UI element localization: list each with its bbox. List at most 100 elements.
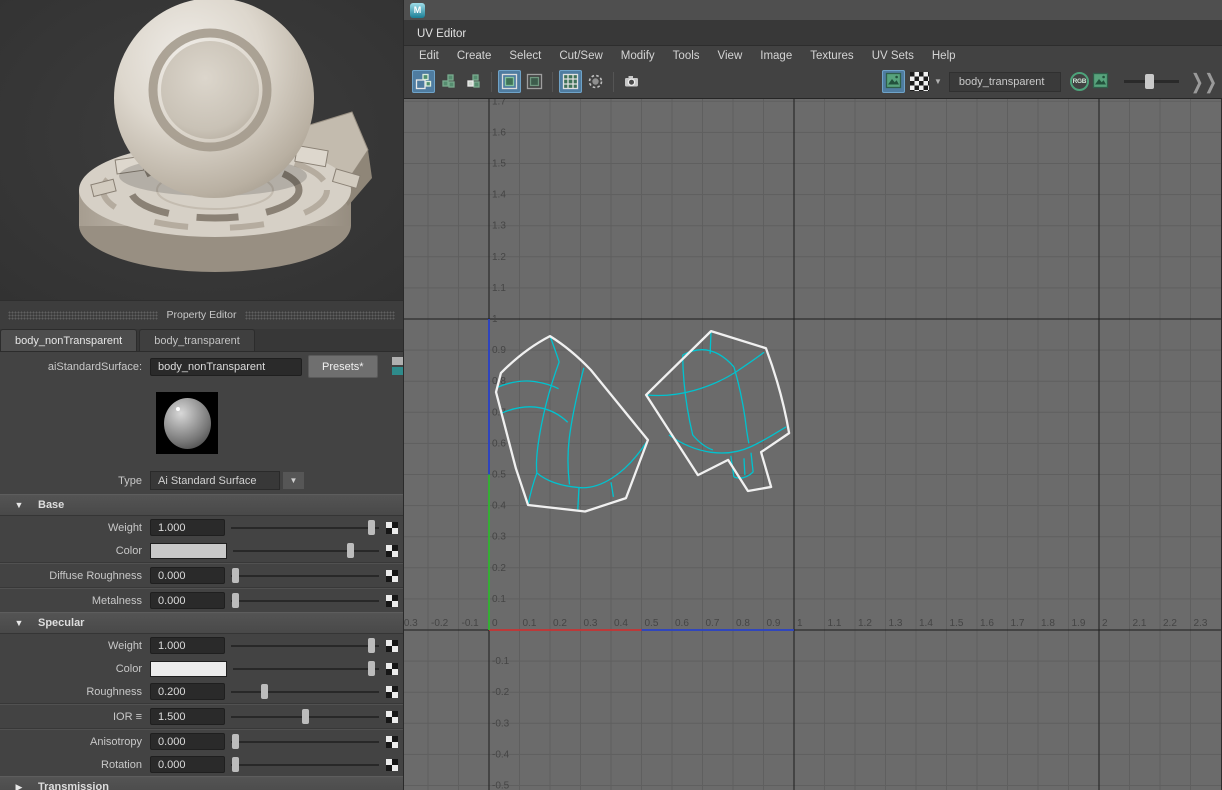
- menu-item-uv-sets[interactable]: UV Sets: [863, 50, 923, 62]
- toolbar-separator: [552, 72, 553, 92]
- menu-item-cut-sew[interactable]: Cut/Sew: [550, 50, 611, 62]
- menu-item-tools[interactable]: Tools: [664, 50, 709, 62]
- slider-handle[interactable]: [368, 520, 375, 535]
- exposure-slider[interactable]: [1124, 74, 1179, 89]
- map-checker-button[interactable]: [386, 545, 398, 557]
- uv-shell-left[interactable]: [496, 336, 648, 511]
- image-frame-icon[interactable]: [523, 70, 546, 93]
- material-tab-body-transparent[interactable]: body_transparent: [139, 329, 255, 351]
- dim-image-circle-icon[interactable]: [584, 70, 607, 93]
- attr-row-specular-anisotropy: Anisotropy0.000: [0, 730, 403, 753]
- slider-handle[interactable]: [232, 593, 239, 608]
- attr-slider[interactable]: [231, 709, 379, 724]
- map-checker-button[interactable]: [386, 736, 398, 748]
- section-header-transmission[interactable]: ▶Transmission: [0, 776, 403, 790]
- map-checker-button[interactable]: [386, 570, 398, 582]
- v-axis-tick-label: 1.6: [492, 127, 506, 138]
- slider-handle[interactable]: [232, 734, 239, 749]
- window-titlebar[interactable]: M: [404, 0, 1222, 20]
- color-swatch[interactable]: [150, 661, 227, 677]
- dock-swatch-icon[interactable]: [392, 357, 403, 376]
- image-filter-icon[interactable]: [1089, 70, 1112, 93]
- map-checker-button[interactable]: [386, 663, 398, 675]
- attr-slider[interactable]: [233, 661, 379, 676]
- map-checker-button[interactable]: [386, 522, 398, 534]
- u-axis-tick-label: 0: [492, 618, 498, 629]
- uv-canvas-workspace[interactable]: -0.3-0.2-0.100.10.20.30.40.50.60.70.80.9…: [404, 99, 1222, 790]
- v-axis-tick-label: 0.3: [492, 532, 506, 543]
- slider-handle[interactable]: [368, 661, 375, 676]
- slider-handle[interactable]: [347, 543, 354, 558]
- type-dropdown[interactable]: Ai Standard Surface: [150, 471, 280, 490]
- texture-name-field[interactable]: body_transparent: [949, 72, 1061, 92]
- slider-handle[interactable]: [302, 709, 309, 724]
- property-editor-header[interactable]: Property Editor: [0, 301, 403, 329]
- menu-item-view[interactable]: View: [709, 50, 752, 62]
- value-input[interactable]: 0.000: [150, 567, 225, 584]
- type-dropdown-arrow-icon[interactable]: ▼: [282, 471, 305, 490]
- uv-tiles-layout-icon[interactable]: [412, 70, 435, 93]
- u-axis-tick-label: 0.6: [675, 618, 689, 629]
- map-checker-button[interactable]: [386, 595, 398, 607]
- rendered-object-image: [0, 0, 403, 300]
- value-input[interactable]: 0.000: [150, 592, 225, 609]
- menu-item-textures[interactable]: Textures: [801, 50, 862, 62]
- map-checker-button[interactable]: [386, 759, 398, 771]
- image-in-view-icon[interactable]: [498, 70, 521, 93]
- presets-button[interactable]: Presets*: [308, 355, 378, 378]
- menu-item-create[interactable]: Create: [448, 50, 501, 62]
- u-axis-tick-label: 1: [797, 618, 803, 629]
- menu-item-select[interactable]: Select: [500, 50, 550, 62]
- attr-slider[interactable]: [231, 593, 379, 608]
- menu-item-image[interactable]: Image: [751, 50, 801, 62]
- dropdown-arrow-icon[interactable]: ▼: [934, 77, 942, 86]
- attr-slider[interactable]: [231, 520, 379, 535]
- attr-row-base-color: Color: [0, 539, 403, 562]
- slider-track: [231, 764, 379, 766]
- material-preview-swatch[interactable]: [156, 392, 218, 454]
- exposure-slider-handle[interactable]: [1145, 74, 1154, 89]
- uv-editor-panel-title[interactable]: UV Editor: [404, 28, 479, 45]
- image-display-icon[interactable]: [882, 70, 905, 93]
- pixel-grid-icon[interactable]: [559, 70, 582, 93]
- u-axis-tick-label: -0.3: [404, 618, 418, 629]
- menu-item-help[interactable]: Help: [923, 50, 965, 62]
- map-checker-button[interactable]: [386, 711, 398, 723]
- attr-slider[interactable]: [231, 568, 379, 583]
- attr-slider[interactable]: [231, 757, 379, 772]
- slider-handle[interactable]: [232, 757, 239, 772]
- attr-slider[interactable]: [231, 638, 379, 653]
- value-input[interactable]: 1.000: [150, 519, 225, 536]
- uv-tiles-green-icon[interactable]: [437, 70, 460, 93]
- attr-slider[interactable]: [233, 543, 379, 558]
- rgb-channels-icon[interactable]: RGB: [1070, 72, 1089, 91]
- section-header-specular[interactable]: ▼Specular: [0, 612, 403, 634]
- viewport-3d-material-preview[interactable]: [0, 0, 403, 300]
- checker-pattern-icon[interactable]: [910, 72, 929, 91]
- slider-handle[interactable]: [261, 684, 268, 699]
- color-swatch[interactable]: [150, 543, 227, 559]
- uv-snapshot-camera-icon[interactable]: [620, 70, 643, 93]
- value-input[interactable]: 0.200: [150, 683, 225, 700]
- panel-expand-chevrons-icon[interactable]: ❯❯: [1191, 69, 1218, 93]
- shader-name-input[interactable]: body_nonTransparent: [150, 358, 302, 376]
- value-input[interactable]: 0.000: [150, 756, 225, 773]
- map-checker-button[interactable]: [386, 686, 398, 698]
- uv-shell-right[interactable]: [646, 331, 789, 491]
- menu-item-modify[interactable]: Modify: [612, 50, 664, 62]
- value-input[interactable]: 0.000: [150, 733, 225, 750]
- slider-handle[interactable]: [232, 568, 239, 583]
- map-checker-button[interactable]: [386, 640, 398, 652]
- uv-edge: [568, 368, 584, 485]
- uv-tiles-mixed-icon[interactable]: [462, 70, 485, 93]
- value-input[interactable]: 1.000: [150, 637, 225, 654]
- uv-shell-border: [646, 331, 789, 491]
- material-tab-body-nontransparent[interactable]: body_nonTransparent: [0, 329, 137, 351]
- section-header-base[interactable]: ▼Base: [0, 494, 403, 516]
- menu-item-edit[interactable]: Edit: [410, 50, 448, 62]
- attr-slider[interactable]: [231, 734, 379, 749]
- slider-handle[interactable]: [368, 638, 375, 653]
- attr-slider[interactable]: [231, 684, 379, 699]
- value-input[interactable]: 1.500: [150, 708, 225, 725]
- v-axis-tick-label: 1.4: [492, 190, 506, 201]
